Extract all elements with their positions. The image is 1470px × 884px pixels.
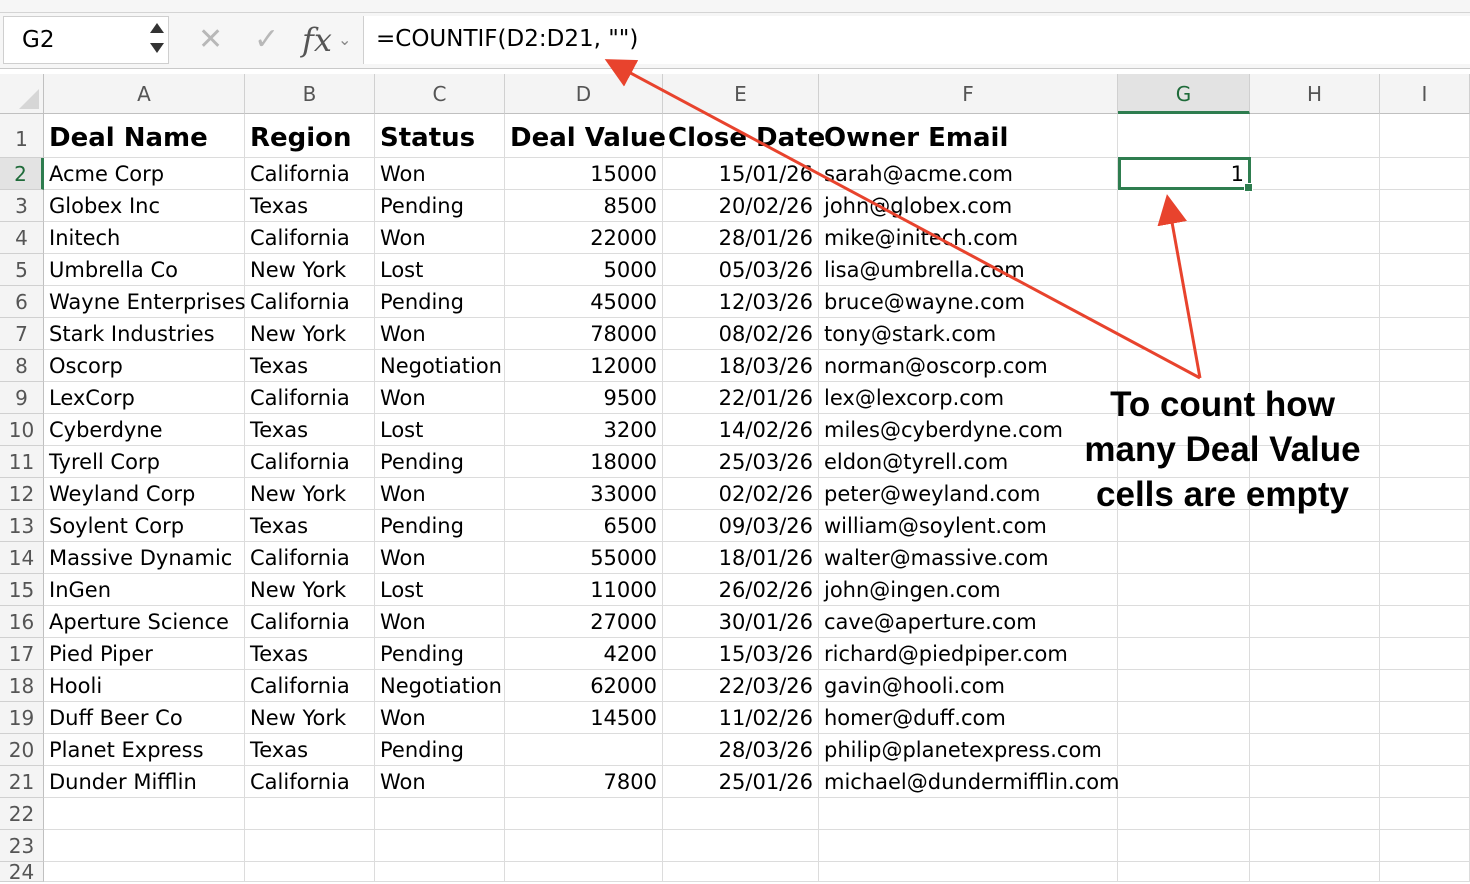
arrow-to-formula bbox=[604, 59, 1201, 380]
callout-line-3: cells are empty bbox=[1096, 475, 1349, 514]
arrow-to-result bbox=[1157, 194, 1202, 379]
annotation-callout: To count how many Deal Value cells are e… bbox=[1070, 382, 1375, 517]
callout-line-2: many Deal Value bbox=[1084, 430, 1361, 469]
callout-line-1: To count how bbox=[1110, 385, 1335, 424]
